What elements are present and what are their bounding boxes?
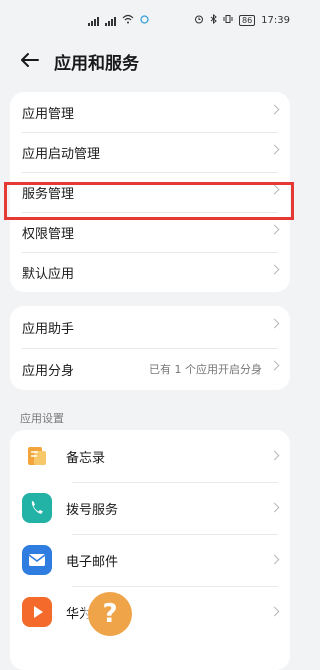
app-twin-row[interactable]: 应用分身 已有 1 个应用开启分身 [10, 348, 290, 390]
app-row-video[interactable]: 华为视频 [10, 586, 290, 638]
app-settings-card: 备忘录 拨号服务 电子邮件 华为视频 [10, 430, 290, 670]
sim1-signal-icon [88, 16, 99, 26]
chevron-right-icon [269, 450, 280, 461]
sync-icon [140, 14, 149, 27]
row-label: 权限管理 [22, 226, 75, 242]
chevron-right-icon [269, 144, 280, 155]
page-title: 应用和服务 [54, 54, 139, 74]
app-label: 拨号服务 [66, 502, 119, 518]
app-management-card: 应用管理 应用启动管理 服务管理 权限管理 默认应用 [10, 92, 290, 292]
wifi-icon [122, 14, 134, 27]
battery-indicator: 86 [238, 15, 256, 26]
bluetooth-icon [210, 13, 217, 27]
service-management-row[interactable]: 服务管理 [10, 172, 290, 212]
row-label: 应用分身 [22, 363, 75, 379]
chevron-right-icon [269, 554, 280, 565]
app-row-memo[interactable]: 备忘录 [10, 430, 290, 482]
chevron-right-icon [269, 502, 280, 513]
row-label: 服务管理 [22, 186, 75, 202]
chevron-right-icon [269, 184, 280, 195]
help-button[interactable]: ? [88, 592, 132, 636]
app-management-row[interactable]: 应用管理 [10, 92, 290, 132]
app-row-email[interactable]: 电子邮件 [10, 534, 290, 586]
status-bar: 86 17:39 [0, 0, 300, 38]
chevron-right-icon [269, 104, 280, 115]
sim2-signal-icon [105, 16, 116, 26]
chevron-right-icon [269, 264, 280, 275]
chevron-right-icon [269, 224, 280, 235]
default-apps-row[interactable]: 默认应用 [10, 252, 290, 292]
app-assistant-row[interactable]: 应用助手 [10, 306, 290, 348]
app-row-dialer[interactable]: 拨号服务 [10, 482, 290, 534]
back-arrow-icon[interactable] [18, 48, 42, 72]
app-label: 电子邮件 [66, 554, 119, 570]
chevron-right-icon [269, 360, 280, 371]
question-mark-icon: ? [102, 599, 118, 629]
row-label: 应用启动管理 [22, 146, 101, 162]
clock: 17:39 [261, 15, 290, 26]
permission-management-row[interactable]: 权限管理 [10, 212, 290, 252]
alarm-icon [194, 14, 204, 27]
vibrate-icon [223, 14, 233, 27]
row-label: 应用助手 [22, 321, 75, 337]
app-startup-management-row[interactable]: 应用启动管理 [10, 132, 290, 172]
app-label: 备忘录 [66, 450, 106, 466]
row-label: 默认应用 [22, 266, 75, 282]
phone-icon [22, 493, 52, 523]
chevron-right-icon [269, 606, 280, 617]
app-bar: 应用和服务 [0, 40, 300, 80]
chevron-right-icon [269, 318, 280, 329]
section-label: 应用设置 [20, 412, 64, 425]
memo-icon [22, 441, 52, 471]
row-label: 应用管理 [22, 106, 75, 122]
email-icon [22, 545, 52, 575]
status-left [88, 14, 149, 27]
app-twin-status: 已有 1 个应用开启分身 [149, 363, 262, 376]
status-right: 86 17:39 [194, 13, 290, 27]
app-assistant-card: 应用助手 应用分身 已有 1 个应用开启分身 [10, 306, 290, 390]
video-icon [22, 597, 52, 627]
